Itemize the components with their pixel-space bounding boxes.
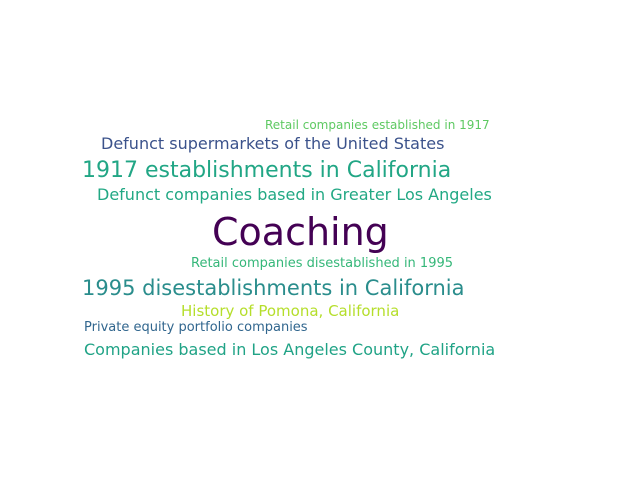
word-companies-la-county: Companies based in Los Angeles County, C… bbox=[84, 340, 496, 359]
word-retail-established-1917: Retail companies established in 1917 bbox=[265, 118, 490, 132]
word-1995-disestablishments: 1995 disestablishments in California bbox=[82, 276, 465, 300]
word-cloud: Retail companies established in 1917 Def… bbox=[0, 0, 640, 480]
word-retail-disestablished-1995: Retail companies disestablished in 1995 bbox=[191, 256, 454, 271]
word-private-equity: Private equity portfolio companies bbox=[84, 320, 308, 335]
word-history-pomona: History of Pomona, California bbox=[181, 302, 400, 320]
word-defunct-supermarkets: Defunct supermarkets of the United State… bbox=[101, 134, 445, 153]
word-defunct-companies-la: Defunct companies based in Greater Los A… bbox=[97, 185, 492, 204]
word-coaching: Coaching bbox=[212, 210, 389, 254]
word-1917-establishments: 1917 establishments in California bbox=[82, 158, 452, 183]
